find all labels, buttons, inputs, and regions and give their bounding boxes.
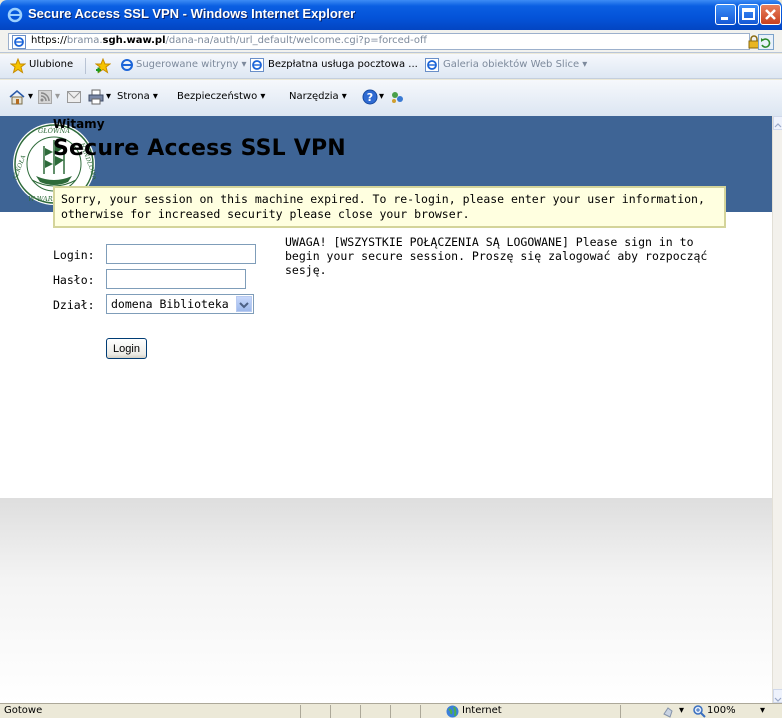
address-bar: https://brama.sgh.waw.pl/dana-na/auth/ur… bbox=[0, 30, 782, 53]
favorites-bar: Ulubione Sugerowane witryny ▾ Bezpłatna … bbox=[0, 54, 782, 79]
session-expired-text: Sorry, your session on this machine expi… bbox=[61, 192, 705, 221]
minimize-button[interactable] bbox=[715, 4, 736, 25]
department-select[interactable]: domena Biblioteka bbox=[106, 294, 254, 314]
chevron-down-icon bbox=[239, 302, 249, 309]
status-divider bbox=[620, 705, 621, 718]
close-button[interactable] bbox=[760, 4, 781, 25]
zoom-icon[interactable] bbox=[693, 705, 706, 718]
status-divider bbox=[300, 705, 301, 718]
ie-logo-icon bbox=[7, 7, 23, 23]
url-field[interactable]: https://brama.sgh.waw.pl/dana-na/auth/ur… bbox=[8, 33, 760, 50]
favorites-button[interactable]: Ulubione bbox=[29, 59, 73, 70]
login-input[interactable] bbox=[106, 244, 256, 264]
page-menu[interactable]: Strona ▾ bbox=[117, 91, 158, 102]
sign-in-notice: UWAGA! [WSZYSTKIE POŁĄCZENIA SĄ LOGOWANE… bbox=[285, 235, 708, 277]
internet-globe-icon bbox=[446, 705, 459, 718]
page-ie-icon bbox=[12, 35, 26, 49]
protected-mode-dropdown-arrow[interactable]: ▾ bbox=[679, 705, 684, 716]
tools-menu[interactable]: Narzędzia ▾ bbox=[289, 91, 347, 102]
help-icon[interactable]: ? bbox=[362, 89, 378, 105]
login-button[interactable]: Login bbox=[106, 338, 147, 359]
home-icon[interactable] bbox=[8, 89, 26, 105]
session-expired-message: Sorry, your session on this machine expi… bbox=[53, 186, 726, 228]
web-slice-gallery-icon bbox=[425, 58, 439, 72]
mail-icon[interactable] bbox=[67, 91, 81, 103]
suggested-sites-link[interactable]: Sugerowane witryny ▾ bbox=[136, 59, 247, 70]
maximize-icon bbox=[742, 8, 755, 20]
login-label: Login: bbox=[53, 248, 95, 262]
feeds-dropdown-arrow[interactable]: ▾ bbox=[55, 91, 60, 102]
refresh-icon[interactable] bbox=[758, 34, 774, 50]
minimize-icon bbox=[721, 17, 728, 20]
free-mail-link[interactable]: Bezpłatna usługa pocztowa ... bbox=[268, 59, 418, 70]
suggested-sites-icon bbox=[121, 59, 133, 71]
status-divider bbox=[330, 705, 331, 718]
zoom-level[interactable]: 100% bbox=[707, 705, 736, 716]
page-footer-shade bbox=[0, 498, 772, 703]
help-dropdown-arrow[interactable]: ▾ bbox=[379, 91, 384, 102]
status-divider bbox=[390, 705, 391, 718]
page-title: Secure Access SSL VPN bbox=[53, 136, 346, 161]
password-label: Hasło: bbox=[53, 273, 95, 287]
status-divider bbox=[360, 705, 361, 718]
scroll-down-button[interactable] bbox=[773, 689, 782, 703]
chevron-up-icon bbox=[774, 123, 782, 128]
close-icon bbox=[765, 9, 776, 20]
home-dropdown-arrow[interactable]: ▾ bbox=[28, 91, 33, 102]
department-label: Dział: bbox=[53, 298, 95, 312]
window-title: Secure Access SSL VPN - Windows Internet… bbox=[28, 6, 356, 21]
web-slice-gallery-link[interactable]: Galeria obiektów Web Slice ▾ bbox=[443, 59, 587, 70]
security-menu[interactable]: Bezpieczeństwo ▾ bbox=[177, 91, 265, 102]
status-text: Gotowe bbox=[4, 705, 43, 716]
zoom-dropdown-arrow[interactable]: ▾ bbox=[760, 705, 765, 716]
department-selected-value: domena Biblioteka bbox=[111, 297, 229, 311]
maximize-button[interactable] bbox=[738, 4, 759, 25]
welcome-heading: Witamy bbox=[53, 117, 105, 131]
feeds-icon[interactable] bbox=[38, 90, 52, 104]
scroll-up-button[interactable] bbox=[773, 116, 782, 130]
status-bar: Gotowe Internet ▾ 100% ▾ bbox=[0, 703, 782, 718]
svg-text:?: ? bbox=[367, 91, 373, 104]
mail-link-icon bbox=[250, 58, 264, 72]
print-icon[interactable] bbox=[88, 89, 104, 105]
research-icon[interactable] bbox=[389, 89, 405, 105]
department-dropdown-button[interactable] bbox=[236, 296, 252, 312]
security-zone[interactable]: Internet bbox=[462, 705, 502, 716]
command-bar: ▾ ▾ ▾ Strona ▾ Bezpieczeństwo ▾ Narzędzi… bbox=[0, 80, 782, 116]
vertical-scrollbar[interactable] bbox=[772, 116, 782, 703]
print-dropdown-arrow[interactable]: ▾ bbox=[106, 91, 111, 102]
title-bar: Secure Access SSL VPN - Windows Internet… bbox=[0, 0, 782, 30]
protected-mode-icon[interactable] bbox=[662, 705, 675, 718]
url-text: https://brama.sgh.waw.pl/dana-na/auth/ur… bbox=[31, 35, 427, 46]
favorites-star-icon bbox=[10, 58, 26, 74]
add-favorites-icon[interactable] bbox=[95, 58, 111, 74]
password-input[interactable] bbox=[106, 269, 246, 289]
browser-window: Secure Access SSL VPN - Windows Internet… bbox=[0, 0, 782, 718]
status-divider bbox=[420, 705, 421, 718]
favbar-divider bbox=[85, 58, 86, 74]
